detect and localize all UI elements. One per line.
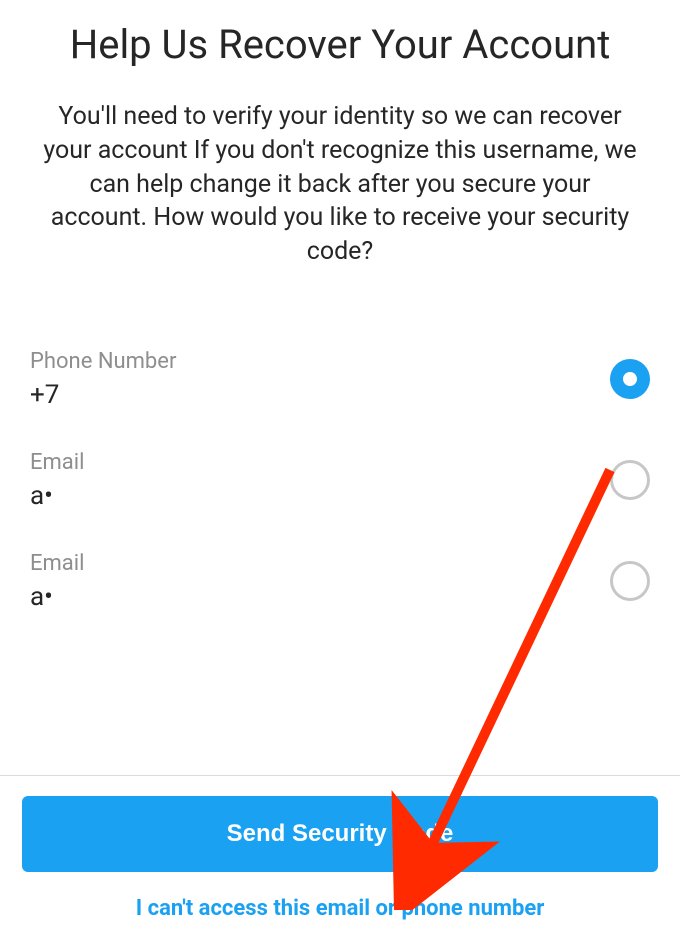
page-description: You'll need to verify your identity so w…: [0, 80, 680, 299]
option-text: Email a•: [30, 551, 84, 612]
bottom-actions: Send Security Code I can't access this e…: [0, 776, 680, 943]
option-value: a•: [30, 481, 84, 511]
option-value: +7: [30, 380, 176, 410]
option-label: Email: [30, 551, 84, 576]
option-label: Phone Number: [30, 349, 176, 374]
radio-selected-icon[interactable]: [610, 359, 650, 399]
option-email-2[interactable]: Email a•: [30, 531, 650, 632]
page-title: Help Us Recover Your Account: [0, 0, 680, 80]
option-label: Email: [30, 450, 84, 475]
radio-unselected-icon[interactable]: [610, 561, 650, 601]
option-phone[interactable]: Phone Number +7: [30, 329, 650, 430]
send-code-button[interactable]: Send Security Code: [22, 796, 658, 872]
option-text: Phone Number +7: [30, 349, 176, 410]
radio-unselected-icon[interactable]: [610, 460, 650, 500]
option-text: Email a•: [30, 450, 84, 511]
option-email-1[interactable]: Email a•: [30, 430, 650, 531]
options-list: Phone Number +7 Email a• Email a•: [0, 299, 680, 775]
cant-access-link[interactable]: I can't access this email or phone numbe…: [22, 896, 658, 921]
option-value: a•: [30, 582, 84, 612]
